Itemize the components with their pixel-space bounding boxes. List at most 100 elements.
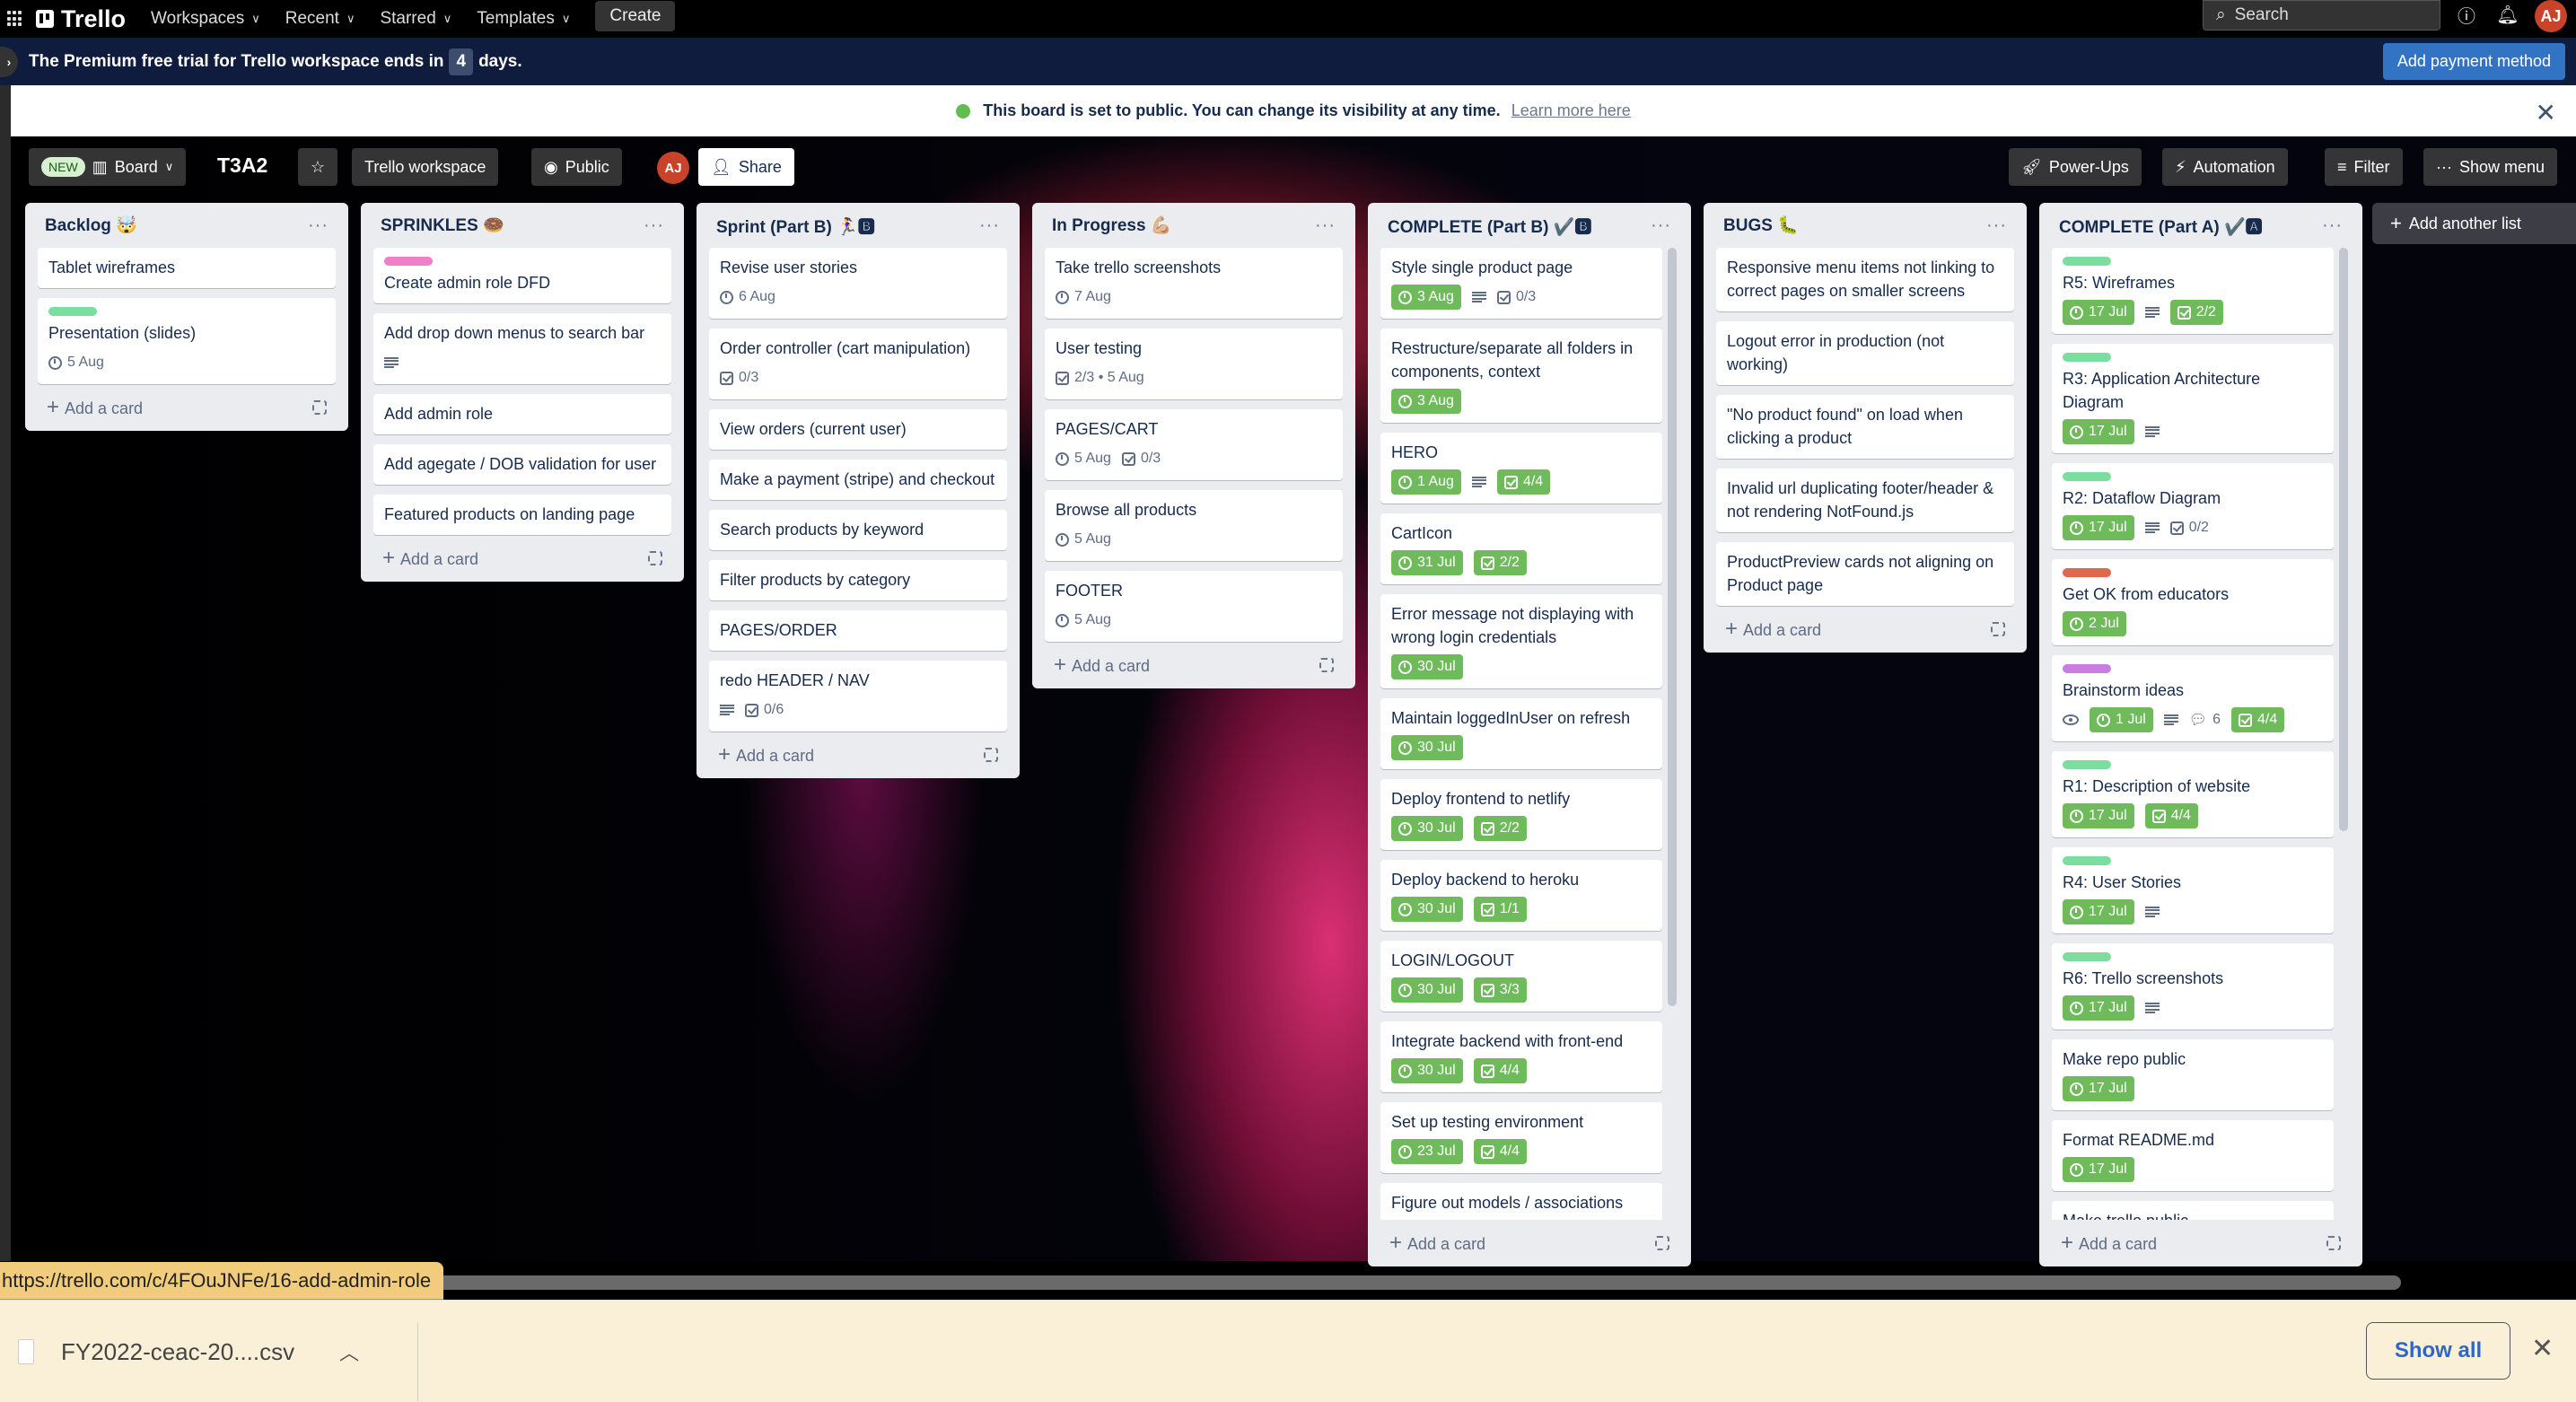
card[interactable]: Filter products by category: [709, 560, 1007, 600]
due-date-badge[interactable]: 5 Aug: [1056, 608, 1111, 633]
card[interactable]: Make trello public: [2052, 1201, 2334, 1220]
card[interactable]: R3: Application Architecture Diagram 17 J…: [2052, 344, 2334, 453]
nav-workspaces[interactable]: Workspaces ∨: [151, 9, 260, 29]
due-date-badge[interactable]: 17 Jul: [2063, 1076, 2134, 1101]
due-date-badge[interactable]: 2 Jul: [2063, 611, 2126, 636]
card[interactable]: Search products by keyword: [709, 510, 1007, 550]
add-card-button[interactable]: + Add a card: [2052, 1220, 2350, 1266]
card[interactable]: Revise user stories 6 Aug: [709, 248, 1007, 319]
download-item[interactable]: FY2022-ceac-20....csv ︿: [18, 1328, 359, 1376]
card-label-green[interactable]: [2063, 856, 2111, 865]
list-menu-icon[interactable]: ···: [2322, 215, 2343, 236]
share-button[interactable]: 👤︎ Share: [698, 148, 794, 186]
board-view-switcher[interactable]: NEW ▥ Board ∨: [29, 148, 187, 186]
close-icon[interactable]: ✕: [2531, 1333, 2554, 1364]
list-menu-icon[interactable]: ···: [644, 215, 664, 236]
list-menu-icon[interactable]: ···: [1315, 215, 1336, 236]
card-template-icon[interactable]: [2326, 1236, 2341, 1250]
due-date-badge[interactable]: 17 Jul: [2063, 419, 2134, 444]
card[interactable]: R6: Trello screenshots 17 Jul: [2052, 943, 2334, 1030]
card[interactable]: Deploy frontend to netlify 30 Jul 2/2: [1380, 779, 1662, 850]
board-title[interactable]: T3A2: [217, 153, 267, 178]
due-date-badge[interactable]: 30 Jul: [1391, 1058, 1463, 1083]
card[interactable]: User testing 2/3 • 5 Aug: [1045, 329, 1343, 399]
add-another-list-button[interactable]: + Add another list: [2372, 203, 2576, 244]
card[interactable]: Maintain loggedInUser on refresh 30 Jul: [1380, 698, 1662, 769]
card-template-icon[interactable]: [984, 748, 998, 762]
card[interactable]: ProductPreview cards not aligning on Pro…: [1716, 542, 2014, 606]
card-template-icon[interactable]: [1655, 1236, 1669, 1250]
list-title[interactable]: Sprint (Part B) 🏃‍♀️🅱: [716, 214, 875, 238]
card-label-green[interactable]: [2063, 472, 2111, 481]
due-date-badge[interactable]: 17 Jul: [2063, 995, 2134, 1021]
workspace-button[interactable]: Trello workspace: [352, 148, 499, 186]
card-template-icon[interactable]: [1991, 622, 2005, 636]
card-label-green[interactable]: [2063, 353, 2111, 362]
nav-recent[interactable]: Recent ∨: [285, 9, 355, 29]
card[interactable]: R4: User Stories 17 Jul: [2052, 847, 2334, 933]
card[interactable]: Deploy backend to heroku 30 Jul 1/1: [1380, 860, 1662, 931]
card[interactable]: Restructure/separate all folders in comp…: [1380, 329, 1662, 423]
due-date-badge[interactable]: 23 Jul: [1391, 1139, 1463, 1164]
card-label-green[interactable]: [2063, 257, 2111, 266]
vertical-scrollbar[interactable]: [2339, 248, 2348, 831]
list-title[interactable]: COMPLETE (Part A) ✔️🅰: [2059, 214, 2263, 238]
list-title[interactable]: Backlog 🤯: [45, 215, 137, 236]
card[interactable]: Error message not displaying with wrong …: [1380, 594, 1662, 688]
chevron-up-icon[interactable]: ︿: [339, 1337, 359, 1366]
add-card-button[interactable]: + Add a card: [1380, 1220, 1678, 1266]
member-avatar[interactable]: AJ: [657, 152, 689, 184]
list-header[interactable]: In Progress 💪🏼 ···: [1045, 203, 1343, 248]
due-date-badge[interactable]: 1 Jul: [2090, 707, 2153, 732]
card[interactable]: Set up testing environment 23 Jul 4/4: [1380, 1102, 1662, 1173]
list-menu-icon[interactable]: ···: [1986, 215, 2007, 236]
list-title[interactable]: SPRINKLES 🍩: [381, 215, 504, 236]
due-date-badge[interactable]: 31 Jul: [1391, 550, 1463, 575]
card[interactable]: PAGES/CART 5 Aug 0/3: [1045, 409, 1343, 480]
list-title[interactable]: In Progress 💪🏼: [1052, 215, 1171, 236]
card[interactable]: Get OK from educators 2 Jul: [2052, 559, 2334, 645]
list-menu-icon[interactable]: ···: [1651, 215, 1671, 236]
star-board-button[interactable]: ☆: [298, 148, 337, 186]
list-menu-icon[interactable]: ···: [308, 215, 329, 236]
learn-more-link[interactable]: Learn more here: [1511, 101, 1631, 120]
card[interactable]: Make repo public 17 Jul: [2052, 1039, 2334, 1110]
list-header[interactable]: Backlog 🤯 ···: [38, 203, 336, 248]
card-template-icon[interactable]: [312, 400, 327, 415]
card[interactable]: Logout error in production (not working): [1716, 321, 2014, 385]
notifications-bell-icon[interactable]: 🔔︎: [2496, 3, 2519, 26]
card-template-icon[interactable]: [648, 551, 662, 565]
due-date-badge[interactable]: 17 Jul: [2063, 803, 2134, 828]
card[interactable]: Create admin role DFD: [373, 248, 671, 303]
add-card-button[interactable]: + Add a card: [1716, 606, 2014, 653]
card[interactable]: Order controller (cart manipulation) 0/3: [709, 329, 1007, 399]
due-date-badge[interactable]: 30 Jul: [1391, 977, 1463, 1003]
chevron-right-icon[interactable]: ›: [0, 46, 18, 77]
close-icon[interactable]: ✕: [2536, 98, 2556, 127]
card[interactable]: Browse all products 5 Aug: [1045, 490, 1343, 561]
due-date-badge[interactable]: 30 Jul: [1391, 816, 1463, 841]
due-date-badge[interactable]: 5 Aug: [1056, 527, 1111, 552]
card[interactable]: Figure out models / associations: [1380, 1183, 1662, 1220]
card[interactable]: Responsive menu items not linking to cor…: [1716, 248, 2014, 311]
card[interactable]: R2: Dataflow Diagram 17 Jul 0/2: [2052, 463, 2334, 549]
card[interactable]: Presentation (slides) 5 Aug: [38, 298, 336, 384]
card-template-icon[interactable]: [1319, 658, 1334, 672]
card[interactable]: R5: Wireframes 17 Jul 2/2: [2052, 248, 2334, 334]
card-label-purple[interactable]: [2063, 664, 2111, 673]
card[interactable]: Add drop down menus to search bar: [373, 313, 671, 384]
add-card-button[interactable]: + Add a card: [709, 732, 1007, 778]
card[interactable]: Make a payment (stripe) and checkout: [709, 460, 1007, 500]
user-avatar[interactable]: AJ: [2535, 0, 2567, 32]
show-all-button[interactable]: Show all: [2366, 1322, 2510, 1380]
add-card-button[interactable]: + Add a card: [373, 535, 671, 582]
list-header[interactable]: SPRINKLES 🍩 ···: [373, 203, 671, 248]
due-date-badge[interactable]: 17 Jul: [2063, 1157, 2134, 1182]
card[interactable]: Add agegate / DOB validation for user: [373, 444, 671, 485]
card-label-pink[interactable]: [384, 257, 433, 266]
info-icon[interactable]: ⓘ: [2455, 3, 2478, 27]
due-date-badge[interactable]: 17 Jul: [2063, 899, 2134, 924]
due-date-badge[interactable]: 7 Aug: [1056, 285, 1111, 310]
due-date-badge[interactable]: 3 Aug: [1391, 285, 1461, 310]
add-payment-method-button[interactable]: Add payment method: [2382, 43, 2565, 80]
